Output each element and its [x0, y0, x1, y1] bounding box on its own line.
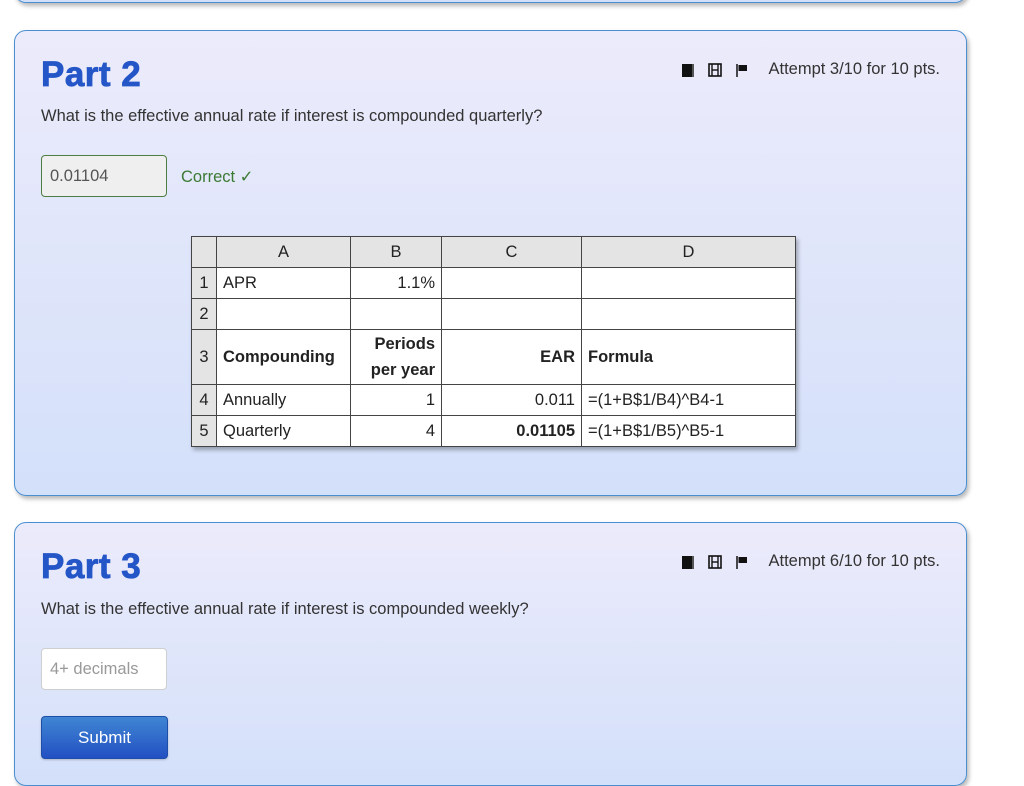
cell: Quarterly: [216, 415, 351, 447]
cell: [581, 298, 796, 330]
cell: Formula: [581, 329, 796, 385]
cell: 0.01105: [441, 415, 582, 447]
spreadsheet-table: A B C D 1 APR 1.1% 2 3 Compounding Perio…: [191, 236, 796, 447]
cell: [350, 298, 442, 330]
row-header: 2: [191, 298, 217, 330]
column-header: C: [441, 236, 582, 268]
corner-cell: [191, 236, 217, 268]
cell: Annually: [216, 384, 351, 416]
part-2-panel: Part 2 Attempt 3/10 for 10 pts. What is …: [14, 30, 967, 496]
cell: 1: [350, 384, 442, 416]
flag-icon[interactable]: [735, 63, 749, 77]
previous-part-panel: [14, 0, 967, 3]
column-header: A: [216, 236, 351, 268]
sheet-header-row: A B C D: [191, 236, 796, 268]
book-icon[interactable]: [681, 555, 695, 569]
film-icon[interactable]: [708, 554, 723, 569]
attempt-counter: Attempt 6/10 for 10 pts.: [768, 552, 940, 570]
cell: 4: [350, 415, 442, 447]
answer-input[interactable]: [41, 155, 167, 197]
cell: [216, 298, 351, 330]
correct-feedback: Correct ✓: [181, 168, 254, 186]
cell: 0.011: [441, 384, 582, 416]
part-3-panel: Part 3 Attempt 6/10 for 10 pts. What is …: [14, 522, 967, 786]
book-icon[interactable]: [681, 63, 695, 77]
cell: [581, 267, 796, 299]
cell: [441, 267, 582, 299]
part-title: Part 3: [41, 547, 142, 587]
row-header: 3: [191, 329, 217, 385]
table-row: 4 Annually 1 0.011 =(1+B$1/B4)^B4-1: [191, 384, 796, 416]
table-row: 2: [191, 298, 796, 330]
column-header: D: [581, 236, 796, 268]
cell: Periods per year: [350, 329, 442, 385]
cell: =(1+B$1/B5)^B5-1: [581, 415, 796, 447]
column-header: B: [350, 236, 442, 268]
part-toolbar: Attempt 6/10 for 10 pts.: [681, 552, 940, 571]
cell-line: Periods: [374, 335, 435, 353]
table-row: 3 Compounding Periods per year EAR Formu…: [191, 329, 796, 385]
flag-icon[interactable]: [735, 555, 749, 569]
answer-input[interactable]: [41, 648, 167, 690]
attempt-counter: Attempt 3/10 for 10 pts.: [768, 60, 940, 78]
row-header: 5: [191, 415, 217, 447]
question-text: What is the effective annual rate if int…: [41, 600, 529, 618]
table-row: 1 APR 1.1%: [191, 267, 796, 299]
row-header: 1: [191, 267, 217, 299]
cell: APR: [216, 267, 351, 299]
cell: =(1+B$1/B4)^B4-1: [581, 384, 796, 416]
question-text: What is the effective annual rate if int…: [41, 107, 543, 125]
film-icon[interactable]: [708, 62, 723, 77]
submit-button[interactable]: Submit: [41, 716, 168, 759]
row-header: 4: [191, 384, 217, 416]
part-toolbar: Attempt 3/10 for 10 pts.: [681, 60, 940, 79]
cell: 1.1%: [350, 267, 442, 299]
cell: [441, 298, 582, 330]
cell: Compounding: [216, 329, 351, 385]
table-row: 5 Quarterly 4 0.01105 =(1+B$1/B5)^B5-1: [191, 415, 796, 447]
part-title: Part 2: [41, 55, 142, 95]
cell-line: per year: [370, 361, 435, 379]
cell: EAR: [441, 329, 582, 385]
